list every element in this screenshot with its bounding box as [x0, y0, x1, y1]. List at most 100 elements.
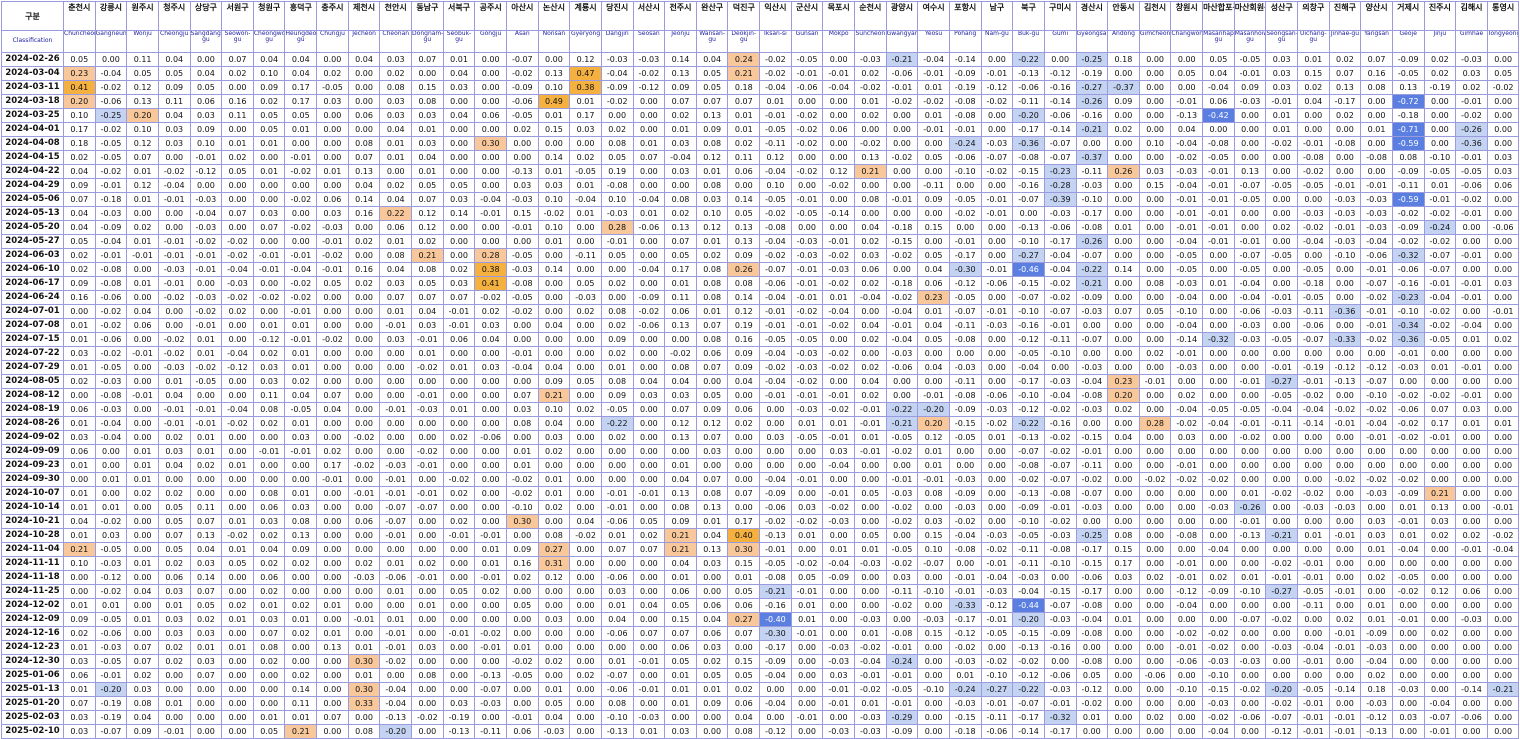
table-cell: 0.00 [1138, 556, 1172, 571]
column-header-english: Seobuk-gu [442, 30, 476, 53]
table-cell: 0.10 [917, 542, 950, 557]
table-cell: -0.12 [980, 80, 1014, 95]
table-cell: 0.07 [411, 290, 444, 305]
table-cell: 0.00 [221, 178, 254, 193]
table-cell: -0.08 [948, 332, 982, 347]
table-cell: -0.10 [948, 164, 982, 179]
table-row: 2024-11-25 0.00 -0.02 0.04 0.03 0.07 0.00 0.02 0… [1, 584, 1520, 599]
table-cell: 0.00 [917, 598, 950, 613]
table-cell: -0.14 [1455, 682, 1488, 697]
table-cell: -0.27 [1012, 248, 1045, 263]
table-cell: -0.09 [948, 486, 982, 501]
table-cell: -0.10 [1012, 514, 1045, 529]
table-cell: -0.01 [1202, 164, 1235, 179]
table-cell: 0.00 [442, 346, 476, 361]
table-cell: -0.04 [1486, 542, 1520, 557]
table-cell: -0.02 [94, 514, 128, 529]
table-cell: 0.03 [63, 430, 96, 445]
table-cell: -0.07 [411, 500, 444, 515]
table-cell: -0.03 [1265, 640, 1298, 655]
table-cell: 0.00 [854, 500, 887, 515]
table-cell: -0.24 [885, 654, 919, 669]
table-cell: 0.02 [284, 626, 318, 641]
table-cell: 0.05 [442, 584, 476, 599]
table-cell: 0.00 [474, 458, 507, 473]
table-cell: -0.04 [474, 192, 507, 207]
table-cell: -0.01 [1360, 178, 1393, 193]
table-cell: -0.01 [980, 304, 1014, 319]
table-cell: 0.06 [63, 402, 96, 417]
table-cell: 0.00 [1486, 402, 1520, 417]
table-cell: 0.01 [917, 304, 950, 319]
table-cell: 0.00 [1423, 570, 1457, 585]
table-cell: -0.09 [1391, 486, 1425, 501]
table-cell: 0.01 [917, 458, 950, 473]
table-cell: -0.02 [1170, 150, 1204, 165]
row-date: 2025-01-20 [1, 696, 64, 711]
table-cell: 0.00 [822, 332, 856, 347]
table-cell: 0.00 [1486, 556, 1520, 571]
table-cell: 0.05 [1486, 66, 1520, 81]
row-date: 2024-10-07 [1, 486, 64, 501]
table-cell: -0.02 [284, 220, 318, 235]
table-cell: 0.00 [1138, 150, 1172, 165]
table-cell: 0.04 [474, 332, 507, 347]
column-header-english: Jinju [1423, 30, 1457, 53]
table-cell: 0.07 [1328, 66, 1362, 81]
column-header-korean: 천안시 [379, 1, 413, 31]
table-cell: 0.00 [917, 500, 950, 515]
row-date: 2024-11-18 [1, 570, 64, 585]
table-cell: -0.01 [316, 262, 349, 277]
table-cell: 0.03 [822, 444, 856, 459]
table-cell: 0.09 [695, 122, 729, 137]
table-cell: 0.00 [759, 682, 792, 697]
table-cell: 0.13 [854, 150, 887, 165]
table-cell: -0.01 [1265, 360, 1298, 375]
table-cell: 0.00 [537, 304, 571, 319]
table-row: 2024-08-12 0.00 -0.08 -0.01 0.04 0.00 0.00 0.11… [1, 388, 1520, 403]
table-cell: -0.01 [1296, 654, 1330, 669]
table-cell: -0.02 [980, 164, 1014, 179]
table-cell: 0.05 [442, 178, 476, 193]
table-cell: 0.01 [505, 444, 539, 459]
table-cell: -0.01 [885, 640, 919, 655]
table-cell: -0.03 [980, 318, 1014, 333]
table-cell: -0.14 [1043, 122, 1077, 137]
table-cell: -0.11 [759, 136, 792, 151]
table-cell: 0.01 [948, 668, 982, 683]
table-cell: 0.00 [316, 696, 349, 711]
table-cell: 0.00 [917, 346, 950, 361]
table-cell: 0.03 [379, 94, 413, 109]
table-cell: -0.06 [759, 500, 792, 515]
table-cell: -0.02 [1075, 472, 1109, 487]
table-cell: 0.00 [980, 52, 1014, 67]
table-cell: 0.00 [157, 220, 191, 235]
table-cell: 0.07 [157, 528, 191, 543]
table-cell: 0.04 [252, 52, 286, 67]
table-cell: -0.02 [1423, 304, 1457, 319]
table-cell: 0.04 [157, 52, 191, 67]
table-cell: 0.01 [1423, 360, 1457, 375]
table-cell: 0.18 [727, 80, 761, 95]
table-cell: 0.04 [411, 304, 444, 319]
table-cell: 0.00 [1170, 542, 1204, 557]
table-cell: 0.02 [252, 346, 286, 361]
table-cell: -0.01 [94, 178, 128, 193]
table-cell: -0.03 [1296, 500, 1330, 515]
table-cell: -0.14 [1043, 94, 1077, 109]
table-cell: 0.03 [1455, 66, 1488, 81]
table-cell: 0.02 [1423, 528, 1457, 543]
table-cell: 0.00 [442, 150, 476, 165]
table-cell: 0.09 [63, 612, 96, 627]
table-cell: 0.00 [1233, 220, 1267, 235]
table-cell: -0.05 [1265, 178, 1298, 193]
table-cell: -0.02 [505, 486, 539, 501]
table-cell: -0.10 [917, 682, 950, 697]
column-header-korean: 남구 [980, 1, 1014, 31]
table-cell: 0.00 [1138, 626, 1172, 641]
table-cell: 0.00 [948, 220, 982, 235]
table-cell: 0.21 [537, 388, 571, 403]
table-cell: 0.00 [1202, 388, 1235, 403]
table-cell: -0.01 [157, 234, 191, 249]
table-cell: 0.00 [221, 570, 254, 585]
